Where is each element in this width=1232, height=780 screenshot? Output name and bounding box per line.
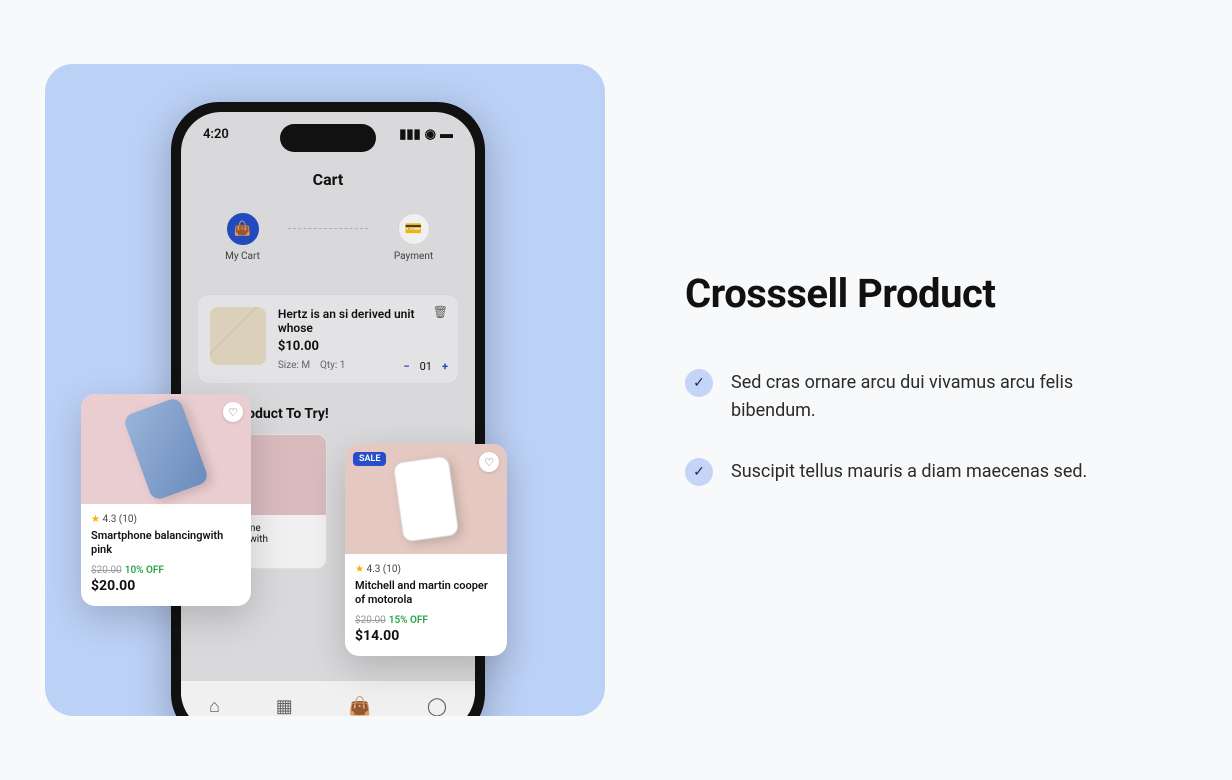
trash-icon[interactable]: 🗑 — [433, 305, 448, 319]
nav-profile-icon[interactable]: ◯ — [427, 696, 447, 716]
sale-badge: SALE — [353, 452, 386, 466]
status-time: 4:20 — [203, 127, 229, 142]
float-card-1-rating: ★ 4.3 (10) — [91, 514, 241, 525]
bag-icon: 👜 — [227, 213, 259, 245]
step-connector — [288, 228, 368, 229]
nav-home-icon[interactable]: ⌂ — [209, 696, 220, 716]
qty-plus[interactable]: + — [442, 360, 448, 373]
float-card-2-rating: ★ 4.3 (10) — [355, 564, 497, 575]
content-column: Crosssell Product ✓ Sed cras ornare arcu… — [685, 260, 1187, 521]
float-card-2-price: $14.00 — [355, 628, 497, 644]
bullet-1-text: Sed cras ornare arcu dui vivamus arcu fe… — [731, 369, 1145, 425]
heart-icon[interactable]: ♡ — [479, 452, 499, 472]
cart-item-price: $10.00 — [278, 339, 446, 354]
float-card-2-discount: 15% OFF — [389, 615, 428, 626]
float-card-1-price: $20.00 — [91, 578, 241, 594]
card-icon: 💳 — [398, 213, 430, 245]
status-icons: ▮▮▮ ◉ ▬ — [399, 126, 453, 142]
checkout-steps: 👜 My Cart 💳 Payment — [197, 213, 459, 262]
check-icon: ✓ — [685, 458, 713, 486]
headline: Crosssell Product — [685, 270, 1187, 317]
step-my-cart[interactable]: 👜 My Cart — [197, 213, 288, 262]
bullet-2-text: Suscipit tellus mauris a diam maecenas s… — [731, 458, 1087, 486]
float-card-1-title: Smartphone balancingwith pink — [91, 529, 241, 558]
qty-minus[interactable]: − — [404, 360, 410, 373]
float-card-1-image: ♡ — [81, 394, 251, 504]
bullet-2: ✓ Suscipit tellus mauris a diam maecenas… — [685, 458, 1145, 486]
cart-item-qty-label: Qty: 1 — [320, 360, 345, 371]
heart-icon[interactable]: ♡ — [223, 402, 243, 422]
phone-notch — [280, 124, 376, 152]
cart-item-size: Size: M — [278, 360, 310, 371]
page-title: Cart — [197, 170, 459, 189]
float-card-2-old-price: $20.00 — [355, 615, 386, 626]
check-icon: ✓ — [685, 369, 713, 397]
step-payment[interactable]: 💳 Payment — [368, 213, 459, 262]
bullet-1: ✓ Sed cras ornare arcu dui vivamus arcu … — [685, 369, 1145, 425]
battery-icon: ▬ — [440, 126, 453, 142]
qty-stepper[interactable]: − 01 + — [404, 360, 448, 373]
cart-item[interactable]: Hertz is an si derived unit whose $10.00… — [197, 294, 459, 384]
cart-item-title: Hertz is an si derived unit whose — [278, 307, 446, 335]
nav-grid-icon[interactable]: ▦ — [276, 696, 293, 716]
cart-item-image — [210, 307, 266, 365]
wifi-icon: ◉ — [425, 127, 436, 142]
preview-panel: 4:20 ▮▮▮ ◉ ▬ Cart 👜 My Cart — [45, 64, 605, 716]
float-card-1-discount: 10% OFF — [125, 565, 164, 576]
bottom-nav: ⌂ ▦ 👜 ◯ — [181, 680, 475, 716]
star-icon: ★ — [355, 564, 364, 575]
float-card-1[interactable]: ♡ ★ 4.3 (10) Smartphone balancingwith pi… — [81, 394, 251, 606]
qty-value: 01 — [420, 360, 432, 373]
float-card-2[interactable]: SALE ♡ ★ 4.3 (10) Mitchell and martin co… — [345, 444, 507, 656]
nav-bag-icon[interactable]: 👜 — [349, 696, 371, 716]
float-card-2-image: SALE ♡ — [345, 444, 507, 554]
signal-icon: ▮▮▮ — [399, 127, 420, 142]
star-icon: ★ — [91, 514, 100, 525]
float-card-2-title: Mitchell and martin cooper of motorola — [355, 579, 497, 608]
float-card-1-old-price: $20.00 — [91, 565, 122, 576]
